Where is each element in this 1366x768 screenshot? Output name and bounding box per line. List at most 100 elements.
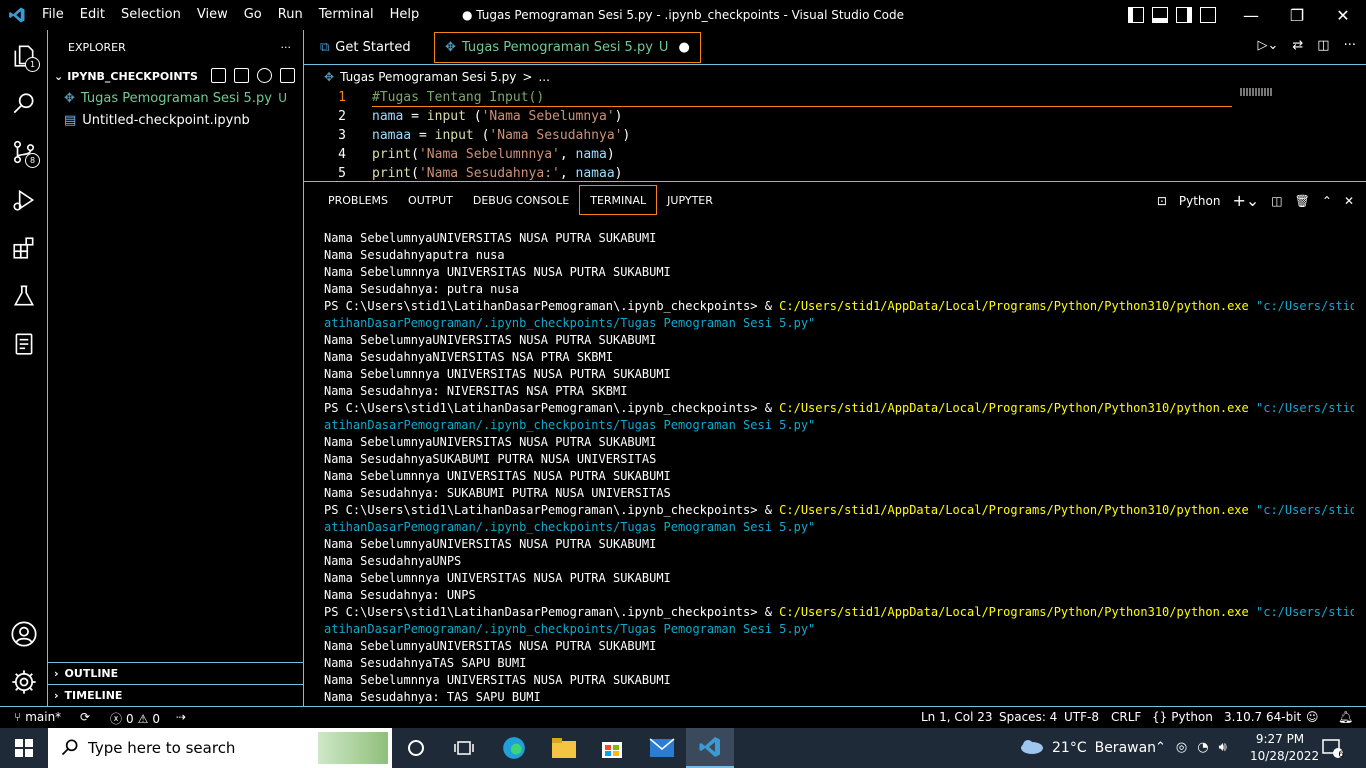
tab-terminal[interactable]: TERMINAL bbox=[579, 185, 658, 215]
collapse-all-icon[interactable] bbox=[280, 68, 295, 83]
terminal-text: Nama SebelumnyaUNIVERSITAS NUSA PUTRA SU… bbox=[324, 231, 657, 245]
maximize-panel-icon[interactable]: ⌃ bbox=[1322, 194, 1332, 208]
account-icon[interactable] bbox=[0, 610, 48, 658]
file-item[interactable]: ✥ Tugas Pemograman Sesi 5.py U bbox=[48, 87, 303, 109]
kill-terminal-icon[interactable]: 🗑 bbox=[1295, 194, 1310, 208]
cursor-position[interactable]: Ln 1, Col 23 bbox=[921, 710, 993, 724]
tab-debug-console[interactable]: DEBUG CONSOLE bbox=[463, 185, 579, 215]
title-bar: File Edit Selection View Go Run Terminal… bbox=[0, 0, 1366, 30]
sync-icon[interactable]: ⟳ bbox=[80, 710, 90, 724]
notification-center-icon[interactable]: 6 bbox=[1312, 728, 1352, 768]
testing-flask-icon[interactable] bbox=[0, 272, 48, 320]
vscode-taskbar-icon[interactable] bbox=[686, 728, 734, 768]
wifi-icon[interactable]: ◔ bbox=[1197, 740, 1208, 755]
file-item[interactable]: ▤ Untitled-checkpoint.ipynb bbox=[48, 109, 303, 131]
tab-get-started[interactable]: ⧉ Get Started bbox=[310, 32, 421, 63]
code-text: #Tugas Tentang Input() bbox=[372, 90, 544, 105]
settings-gear-icon[interactable] bbox=[0, 658, 48, 706]
task-view-icon[interactable] bbox=[440, 728, 488, 768]
camera-icon[interactable]: ◎ bbox=[1176, 740, 1187, 755]
run-python-icon[interactable]: ▷⌄ bbox=[1258, 38, 1279, 53]
close-panel-icon[interactable]: ✕ bbox=[1344, 194, 1354, 208]
toggle-panel-icon[interactable] bbox=[1152, 7, 1168, 23]
code-token: ( bbox=[465, 109, 482, 124]
menu-view[interactable]: View bbox=[189, 0, 236, 30]
outline-section[interactable]: › OUTLINE bbox=[48, 662, 303, 684]
restore-icon[interactable]: ❐ bbox=[1274, 0, 1320, 30]
split-terminal-icon[interactable]: ◫ bbox=[1271, 194, 1282, 208]
tab-output[interactable]: OUTPUT bbox=[398, 185, 463, 215]
menu-run[interactable]: Run bbox=[270, 0, 311, 30]
chevron-up-icon[interactable]: ⌃ bbox=[1155, 740, 1166, 755]
menu-terminal[interactable]: Terminal bbox=[311, 0, 382, 30]
explorer-icon[interactable]: 1 bbox=[0, 32, 48, 80]
live-share-icon[interactable]: ⇢ bbox=[176, 710, 186, 724]
search-icon[interactable] bbox=[0, 80, 48, 128]
bottom-panel: PROBLEMS OUTPUT DEBUG CONSOLE TERMINAL J… bbox=[304, 181, 1366, 706]
encoding[interactable]: UTF-8 bbox=[1064, 710, 1099, 724]
run-debug-icon[interactable] bbox=[0, 176, 48, 224]
menu-edit[interactable]: Edit bbox=[72, 0, 113, 30]
edge-browser-icon[interactable] bbox=[490, 728, 538, 768]
microsoft-store-icon[interactable] bbox=[588, 728, 636, 768]
toggle-sidebar-icon[interactable] bbox=[1128, 7, 1144, 23]
tab-jupyter[interactable]: JUPYTER bbox=[657, 185, 723, 215]
problems-status[interactable]: ⓧ 0 ⚠ 0 bbox=[110, 710, 160, 727]
toggle-secondary-sidebar-icon[interactable] bbox=[1176, 7, 1192, 23]
language-mode[interactable]: {} Python bbox=[1152, 710, 1213, 724]
taskbar-search-box[interactable]: Type here to search bbox=[48, 728, 392, 768]
mail-icon[interactable] bbox=[638, 728, 686, 768]
more-actions-icon[interactable]: ··· bbox=[281, 41, 292, 54]
volume-icon[interactable]: 🔊︎ bbox=[1219, 740, 1227, 755]
new-file-icon[interactable] bbox=[211, 68, 226, 83]
terminal-shell-label[interactable]: Python bbox=[1179, 194, 1221, 208]
tab-problems[interactable]: PROBLEMS bbox=[318, 185, 398, 215]
terminal-text: Nama Sebelumnnya UNIVERSITAS NUSA PUTRA … bbox=[324, 571, 671, 585]
notifications-bell-icon[interactable]: 🔔︎ bbox=[1338, 710, 1353, 724]
minimap[interactable] bbox=[1240, 88, 1272, 96]
branch-status[interactable]: ⑂ main* bbox=[14, 710, 61, 724]
terminal-line: Nama Sesudahnya: putra nusa bbox=[324, 281, 1354, 298]
new-folder-icon[interactable] bbox=[234, 68, 249, 83]
menu-selection[interactable]: Selection bbox=[113, 0, 189, 30]
interpreter[interactable]: 3.10.7 64-bit bbox=[1224, 710, 1301, 724]
refresh-icon[interactable] bbox=[257, 68, 272, 83]
more-actions-icon[interactable]: ··· bbox=[1344, 38, 1356, 53]
menu-go[interactable]: Go bbox=[236, 0, 270, 30]
terminal-output[interactable]: Nama SebelumnyaUNIVERSITAS NUSA PUTRA SU… bbox=[324, 230, 1354, 704]
feedback-icon[interactable]: ☺ bbox=[1306, 710, 1319, 724]
code-editor[interactable]: 1 #Tugas Tentang Input() 2 nama = input … bbox=[304, 88, 1366, 181]
warning-count: 0 bbox=[152, 711, 161, 726]
new-terminal-icon[interactable]: +⌄ bbox=[1232, 191, 1259, 210]
terminal-text: Nama Sesudahnya: NIVERSITAS NSA PTRA SKB… bbox=[324, 384, 628, 398]
python-file-icon: ✥ bbox=[324, 70, 335, 84]
panel-tabs: PROBLEMS OUTPUT DEBUG CONSOLE TERMINAL J… bbox=[304, 182, 1366, 218]
breadcrumb-file[interactable]: Tugas Pemograman Sesi 5.py bbox=[340, 70, 516, 84]
windows-start-icon[interactable] bbox=[0, 728, 48, 768]
tab-python-file[interactable]: ✥ Tugas Pemograman Sesi 5.py U ● bbox=[434, 32, 701, 63]
customize-layout-icon[interactable] bbox=[1200, 7, 1216, 23]
extensions-icon[interactable] bbox=[0, 224, 48, 272]
indentation[interactable]: Spaces: 4 bbox=[999, 710, 1057, 724]
system-clock[interactable]: 9:27 PM 10/28/2022 bbox=[1250, 731, 1319, 765]
menu-file[interactable]: File bbox=[34, 0, 72, 30]
menu-help[interactable]: Help bbox=[382, 0, 428, 30]
jupyter-icon[interactable] bbox=[0, 320, 48, 368]
windows-taskbar: Type here to search 21°C Berawan ⌃ ◎ ◔ 🔊… bbox=[0, 728, 1366, 768]
file-explorer-icon[interactable] bbox=[540, 728, 588, 768]
terminal-text: Nama Sebelumnnya UNIVERSITAS NUSA PUTRA … bbox=[324, 673, 671, 687]
source-control-icon[interactable]: 8 bbox=[0, 128, 48, 176]
close-icon[interactable]: ✕ bbox=[1320, 0, 1366, 30]
terminal-text: C:/Users/stid1/AppData/Local/Programs/Py… bbox=[779, 401, 1249, 415]
folder-section[interactable]: ⌄ IPYNB_CHECKPOINTS bbox=[48, 65, 303, 87]
breadcrumb-symbol[interactable]: ... bbox=[538, 70, 549, 84]
timeline-section[interactable]: › TIMELINE bbox=[48, 684, 303, 706]
code-line: 3 namaa = input ('Nama Sesudahnya') bbox=[304, 126, 1354, 145]
minimize-icon[interactable]: — bbox=[1228, 0, 1274, 30]
line-ending[interactable]: CRLF bbox=[1111, 710, 1141, 724]
split-editor-icon[interactable]: ◫ bbox=[1317, 38, 1329, 53]
open-changes-icon[interactable]: ⇄ bbox=[1292, 38, 1303, 53]
cortana-icon[interactable] bbox=[392, 728, 440, 768]
weather-widget[interactable]: 21°C Berawan bbox=[1018, 728, 1156, 768]
unsaved-dot-icon[interactable]: ● bbox=[678, 40, 689, 55]
